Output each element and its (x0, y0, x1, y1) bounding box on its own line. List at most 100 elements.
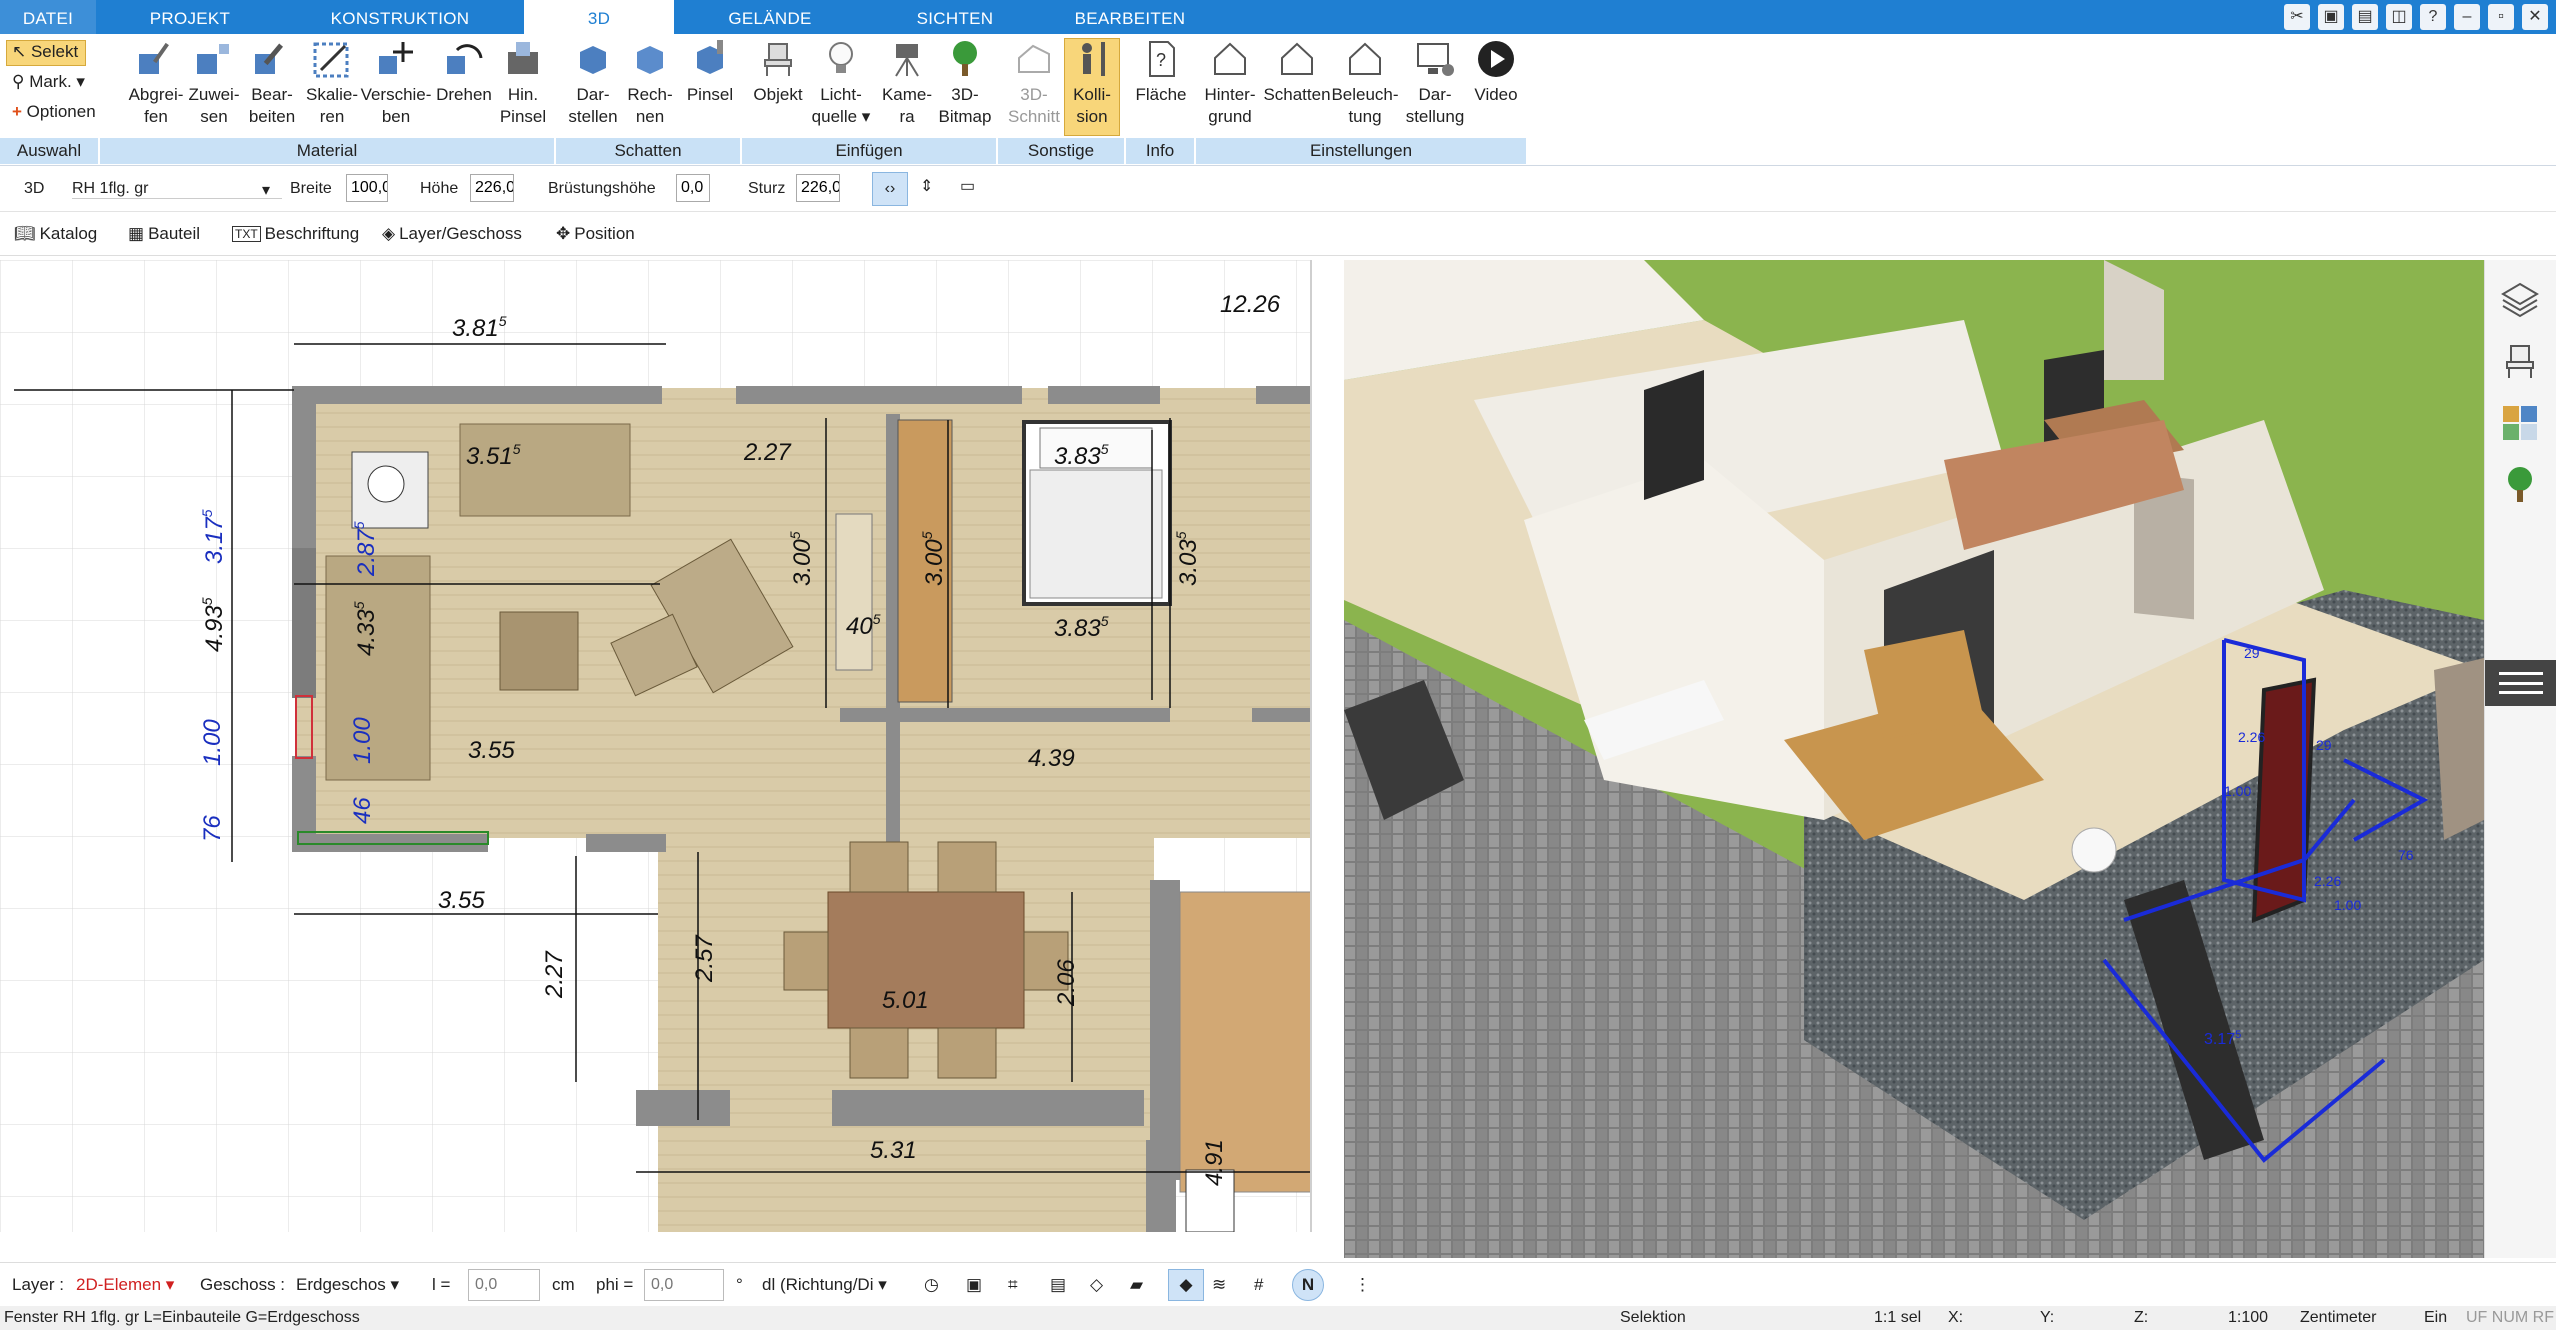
svg-text:?: ? (1156, 50, 1166, 70)
bitmap-3d-button[interactable]: 3D- Bitmap (934, 38, 996, 128)
monitor-render-icon[interactable]: ▣ (966, 1275, 982, 1295)
dim-3-81: 3.815 (452, 313, 507, 342)
layer-geschoss-button[interactable]: ◈ Layer/Geschoss (382, 224, 522, 244)
floor-plan-view[interactable]: 3.815 12.26 3.515 2.27 3.835 3.005 3.005… (0, 260, 1312, 1232)
layers-stack-icon[interactable] (2499, 278, 2541, 320)
camera-tripod-icon (895, 44, 919, 77)
dim-3-03: 3.035 (1173, 531, 1202, 586)
group-einstellungen: Einstellungen (1196, 138, 1528, 164)
shadow-brush-icon (697, 40, 723, 74)
tree-plants-icon[interactable] (2499, 464, 2541, 506)
play-video-icon (1478, 41, 1514, 77)
tab-gelaende[interactable]: GELÄNDE (690, 0, 850, 34)
video-button[interactable]: Video (1466, 38, 1526, 106)
objekt-button[interactable]: Objekt (748, 38, 808, 106)
status-mode: Selektion (1620, 1309, 1686, 1326)
schatten-pinsel-button[interactable]: Pinsel (682, 38, 738, 106)
tools-icon[interactable]: ✂ (2284, 4, 2310, 30)
camera-icon[interactable]: ⌗ (1008, 1275, 1018, 1295)
beleuchtung-button[interactable]: Beleuch-tung (1330, 38, 1400, 128)
schatten-rechnen-button[interactable]: Rech-nen (620, 38, 680, 128)
3d-label-76: 76 (2398, 847, 2414, 863)
north-icon[interactable]: N (1292, 1269, 1324, 1301)
hatch-icon[interactable]: ≋ (1212, 1275, 1226, 1295)
geschoss-label: Geschoss : (200, 1275, 286, 1294)
minimize-button[interactable]: – (2454, 4, 2480, 30)
property-bar: 3D RH 1flg. gr ▾ Breite Höhe Brüstungshö… (0, 168, 2556, 212)
layer-select[interactable]: 2D-Elemen ▾ (76, 1275, 174, 1295)
background-brush-icon (508, 42, 538, 74)
wall-icon[interactable]: ▰ (1130, 1275, 1143, 1295)
dim-2-06: 2.06 (1053, 959, 1080, 1007)
plane-icon[interactable]: ◆ (1168, 1269, 1204, 1301)
bruestungshoehe-input[interactable] (676, 174, 710, 202)
schatten-darstellen-button[interactable]: Dar-stellen (560, 38, 626, 128)
kollision-button[interactable]: Kolli-sion (1064, 38, 1120, 128)
grid-icon[interactable]: # (1254, 1275, 1263, 1295)
restore-button[interactable]: ▫ (2488, 4, 2514, 30)
window-icon[interactable]: ◫ (2386, 4, 2412, 30)
tab-datei[interactable]: DATEI (0, 0, 96, 34)
group-material: Material (100, 138, 556, 164)
tab-projekt[interactable]: PROJEKT (112, 0, 268, 34)
hin-pinsel-button[interactable]: Hin. Pinsel (490, 38, 556, 128)
darstellung-button[interactable]: Dar-stellung (1400, 38, 1470, 128)
hintergrund-button[interactable]: Hinter-grund (1200, 38, 1260, 128)
dim-1-00-b: 1.00 (349, 717, 376, 764)
dim-5-31: 5.31 (870, 1137, 917, 1164)
flip-vertical-icon[interactable]: ⇕ (920, 176, 933, 196)
close-button[interactable]: ✕ (2522, 4, 2548, 30)
menu-toggle-icon[interactable] (2485, 660, 2556, 706)
more-options-icon[interactable]: ⋮ (1354, 1275, 1371, 1295)
object-selector[interactable]: RH 1flg. gr ▾ (72, 180, 282, 199)
shape-icon[interactable]: ◇ (1090, 1275, 1103, 1295)
clock-icon[interactable]: ◷ (924, 1275, 939, 1295)
mark-button[interactable]: ⚲ Mark. ▾ (12, 72, 85, 92)
breite-label: Breite (290, 180, 332, 197)
help-icon[interactable]: ? (2420, 4, 2446, 30)
phi-input[interactable]: 0,0 (644, 1269, 724, 1301)
geschoss-select[interactable]: Erdgeschos ▾ (296, 1275, 399, 1295)
tab-sichten[interactable]: SICHTEN (880, 0, 1030, 34)
flaeche-button[interactable]: ? Fläche (1132, 38, 1190, 106)
material-palette-icon[interactable] (2499, 402, 2541, 444)
lichtquelle-button[interactable]: Licht-quelle ▾ (810, 38, 872, 128)
optionen-button[interactable]: + Optionen (12, 102, 96, 122)
position-button[interactable]: ✥ Position (556, 224, 635, 244)
katalog-button[interactable]: 📖︎ Katalog (14, 224, 97, 244)
dim-3-17: 3.175 (199, 509, 228, 564)
group-einfuegen: Einfügen (742, 138, 998, 164)
breite-input[interactable] (346, 174, 388, 202)
monitor-icon[interactable]: ▭ (960, 176, 975, 196)
kamera-button[interactable]: Kame-ra (876, 38, 938, 128)
l-input[interactable]: 0,0 (468, 1269, 540, 1301)
status-x: X: (1948, 1309, 1964, 1326)
status-scale: 1:100 (2228, 1309, 2269, 1326)
dl-select[interactable]: dl (Richtung/Di ▾ (762, 1275, 887, 1295)
tab-3d[interactable]: 3D (524, 0, 674, 34)
dim-3-00-a: 3.005 (787, 531, 816, 586)
phi-label: phi = (596, 1275, 634, 1294)
beschriftung-button[interactable]: TXT Beschriftung (232, 224, 359, 244)
schnitt-3d-button[interactable]: 3D- Schnitt (1004, 38, 1064, 128)
scale-icon (313, 42, 349, 78)
einst-schatten-button[interactable]: Schatten (1262, 38, 1332, 106)
verschieben-button[interactable]: Verschie-ben (356, 38, 436, 128)
dim-3-51: 3.515 (466, 441, 521, 470)
selekt-button[interactable]: ↖ Selekt (12, 42, 78, 62)
tab-konstruktion[interactable]: KONSTRUKTION (300, 0, 500, 34)
print-icon[interactable]: ▤ (2352, 4, 2378, 30)
save-icon[interactable]: ▣ (2318, 4, 2344, 30)
status-sel: 1:1 sel (1874, 1309, 1922, 1326)
swap-direction-icon[interactable]: ‹› (872, 172, 908, 206)
layer-label: Layer : (12, 1275, 64, 1294)
sturz-input[interactable] (796, 174, 840, 202)
dim-76: 76 (199, 815, 226, 842)
layers-icon: ◈ (382, 224, 396, 243)
object-icon[interactable]: ▤ (1050, 1275, 1066, 1295)
hoehe-input[interactable] (470, 174, 514, 202)
tab-bearbeiten[interactable]: BEARBEITEN (1040, 0, 1220, 34)
chair-catalog-icon[interactable] (2499, 340, 2541, 382)
view-3d[interactable]: 29 2.26 1.00 76 2.26 1.00 3.175 29 (1344, 260, 2484, 1258)
bauteil-button[interactable]: ▦ Bauteil (128, 224, 200, 244)
